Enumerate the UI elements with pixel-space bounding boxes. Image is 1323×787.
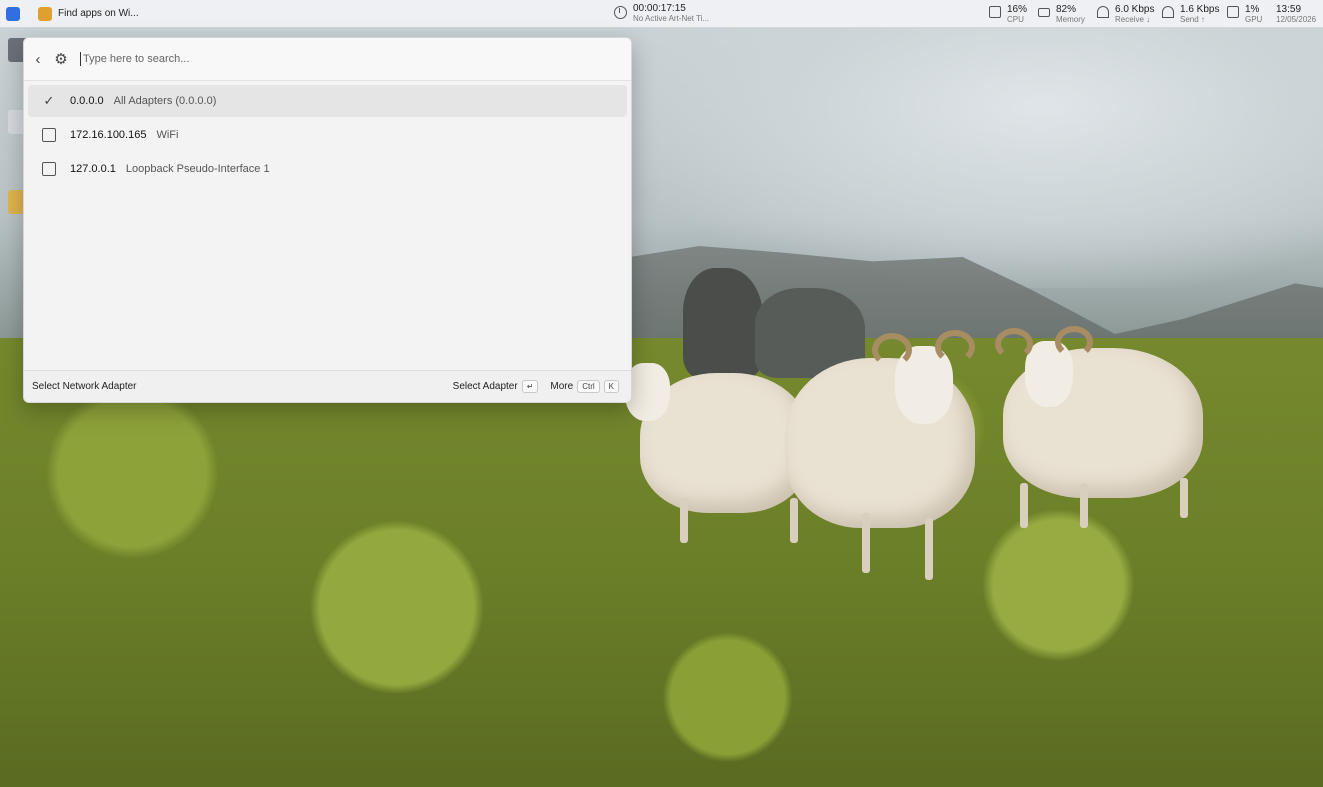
list-item[interactable]: ✓ 0.0.0.0 All Adapters (0.0.0.0) — [28, 85, 627, 117]
antenna-icon — [1162, 6, 1174, 18]
select-adapter-button[interactable]: Select Adapter ↵ — [453, 380, 539, 393]
sheep-leg — [790, 498, 798, 543]
system-clock[interactable]: 13:59 12/05/2026 — [1276, 4, 1316, 25]
clock-time: 13:59 — [1276, 4, 1302, 15]
adapter-name: Loopback Pseudo-Interface 1 — [125, 163, 270, 175]
send-value: 1.6 Kbps — [1180, 4, 1220, 15]
sheep-horn — [995, 328, 1033, 360]
timer-value: 00:00:17:15 — [633, 3, 686, 14]
memory-stat[interactable]: 82% Memory — [1038, 4, 1085, 25]
memory-value: 82% — [1056, 4, 1077, 15]
list-item[interactable]: 127.0.0.1 Loopback Pseudo-Interface 1 — [28, 153, 627, 185]
launcher-footer: Select Network Adapter Select Adapter ↵ … — [24, 370, 631, 402]
gpu-icon — [1227, 6, 1239, 18]
clock-icon — [614, 6, 627, 19]
search-bar: ‹ ⚙ — [24, 38, 631, 81]
timer-status: No Active Art-Net Ti... — [633, 14, 710, 23]
taskbar: Find apps on Wi... 00:00:17:15 No Active… — [0, 0, 1323, 28]
send-label: Send ↑ — [1180, 15, 1205, 24]
more-button[interactable]: More Ctrl K — [550, 380, 619, 393]
taskbar-app-lightning[interactable] — [0, 0, 32, 28]
clock-date: 12/05/2026 — [1276, 15, 1317, 24]
gpu-label: GPU — [1245, 15, 1263, 24]
store-app-icon — [38, 6, 52, 21]
adapter-name: WiFi — [156, 129, 179, 141]
cpu-icon — [989, 6, 1001, 18]
gpu-value: 1% — [1245, 4, 1260, 15]
adapter-address: 172.16.100.165 — [70, 129, 147, 141]
more-label: More — [550, 381, 574, 392]
adapter-address: 0.0.0.0 — [70, 95, 104, 107]
send-stat[interactable]: 1.6 Kbps Send ↑ — [1162, 4, 1219, 25]
adapter-name: All Adapters (0.0.0.0) — [113, 95, 217, 107]
memory-label: Memory — [1056, 15, 1085, 24]
checkmark-icon: ✓ — [43, 93, 55, 108]
taskbar-app-label: Find apps on Wi... — [58, 8, 139, 19]
wallpaper-rock — [683, 268, 763, 378]
receive-label: Receive ↓ — [1115, 15, 1151, 24]
back-arrow-icon[interactable]: ‹ — [26, 51, 50, 68]
cpu-stat[interactable]: 16% CPU — [989, 4, 1027, 25]
cpu-label: CPU — [1007, 15, 1024, 24]
sheep-leg — [1180, 478, 1188, 518]
lightning-app-icon — [6, 6, 20, 21]
artnet-timer[interactable]: 00:00:17:15 No Active Art-Net Ti... — [614, 3, 709, 24]
gpu-stat[interactable]: 1% GPU — [1227, 4, 1262, 25]
k-key: K — [603, 380, 619, 393]
sheep-horn — [1055, 326, 1093, 358]
adapter-list: ✓ 0.0.0.0 All Adapters (0.0.0.0) 172.16.… — [24, 81, 631, 191]
gear-icon[interactable]: ⚙ — [50, 50, 72, 68]
sheep-leg — [1020, 483, 1028, 528]
search-input[interactable] — [80, 52, 580, 66]
adapter-address: 127.0.0.1 — [70, 163, 116, 175]
sheep-leg — [1080, 483, 1088, 528]
cpu-value: 16% — [1007, 4, 1028, 15]
select-adapter-label: Select Adapter — [452, 381, 518, 392]
sheep-leg — [862, 513, 870, 573]
list-item[interactable]: 172.16.100.165 WiFi — [28, 119, 627, 151]
taskbar-app-store[interactable]: Find apps on Wi... — [32, 0, 145, 28]
checkbox[interactable] — [42, 162, 56, 176]
antenna-icon — [1097, 6, 1109, 18]
memory-icon — [1038, 8, 1050, 17]
sheep-leg — [925, 518, 933, 580]
checkbox[interactable] — [42, 128, 56, 142]
receive-value: 6.0 Kbps — [1115, 4, 1155, 15]
ctrl-key: Ctrl — [577, 380, 600, 393]
launcher-panel: ‹ ⚙ ✓ 0.0.0.0 All Adapters (0.0.0.0) 172… — [23, 37, 632, 403]
sheep-horn — [872, 333, 912, 367]
sheep-leg — [680, 498, 688, 543]
footer-title: Select Network Adapter — [32, 381, 137, 392]
sheep-horn — [935, 330, 975, 364]
enter-key-icon: ↵ — [521, 380, 539, 393]
receive-stat[interactable]: 6.0 Kbps Receive ↓ — [1097, 4, 1154, 25]
